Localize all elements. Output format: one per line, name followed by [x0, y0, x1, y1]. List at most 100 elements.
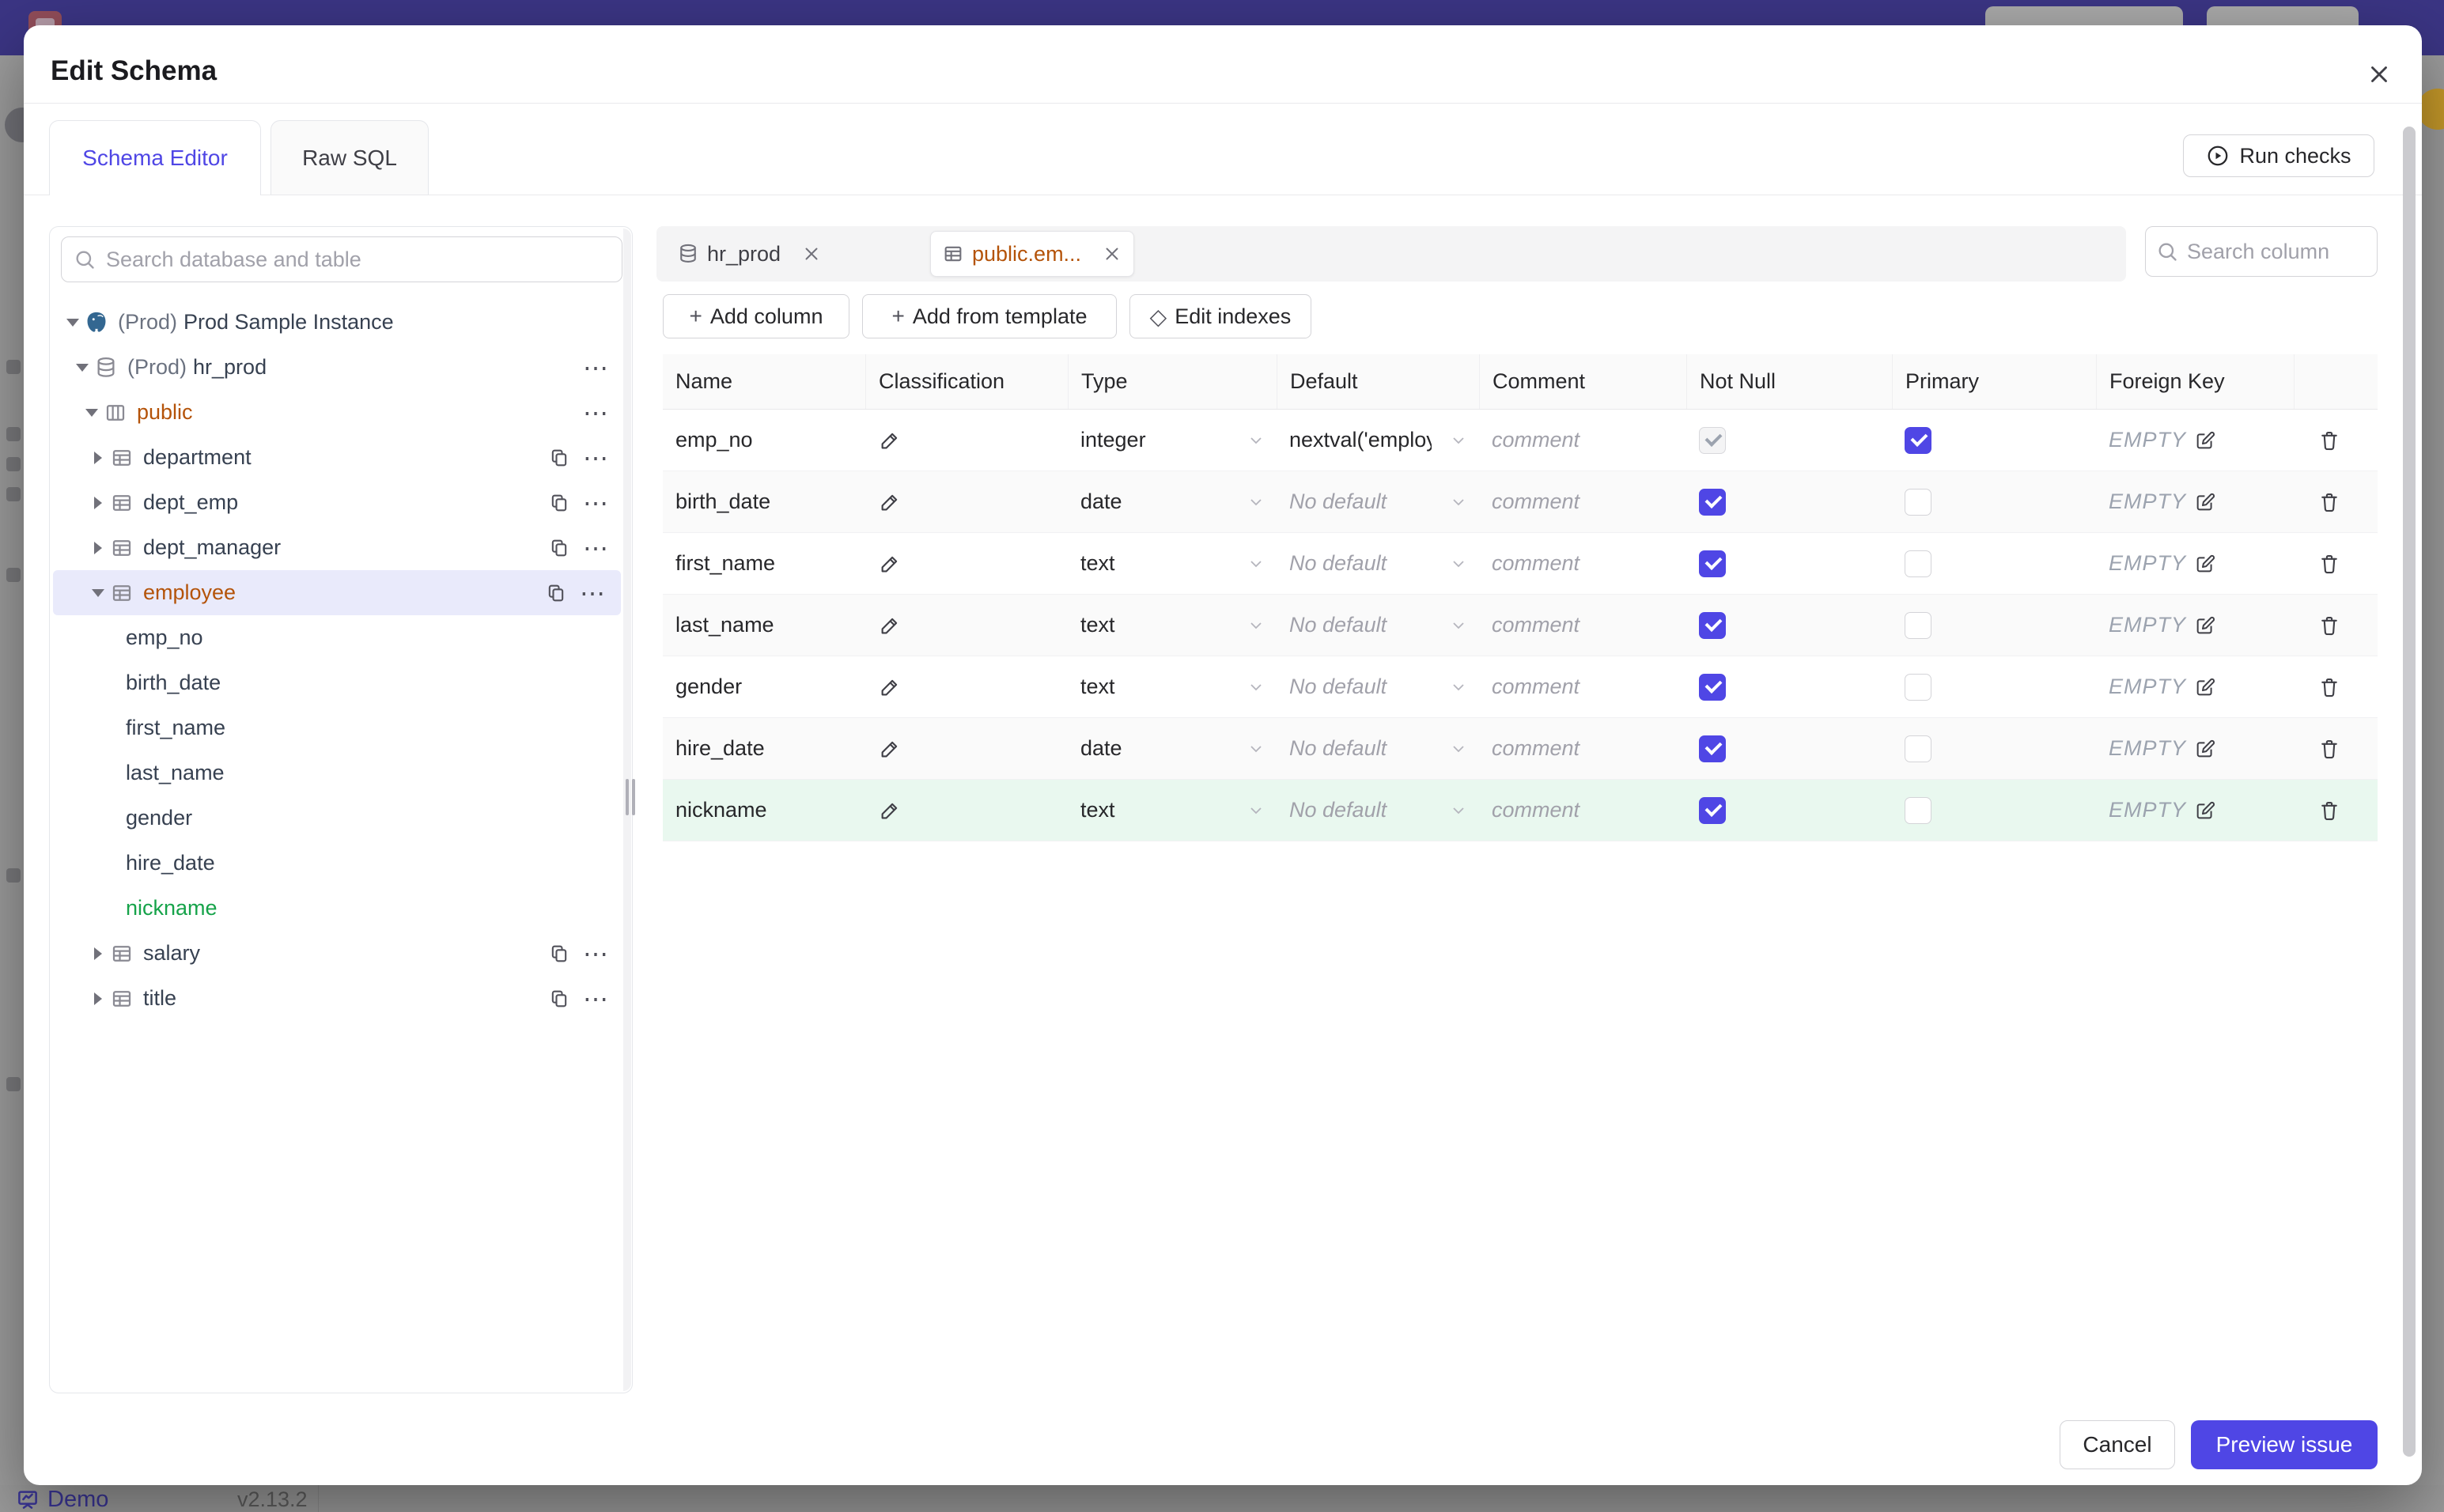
tab-chip-database[interactable]: hr_prod: [669, 234, 830, 274]
comment-input[interactable]: comment: [1479, 595, 1686, 656]
edit-classification-icon[interactable]: [878, 675, 902, 699]
not-null-checkbox[interactable]: [1699, 796, 1726, 824]
chevron-right-icon[interactable]: [88, 541, 108, 554]
default-select[interactable]: No default: [1277, 718, 1479, 779]
not-null-checkbox[interactable]: [1699, 673, 1726, 701]
modal-scrollbar[interactable]: [2403, 127, 2416, 1457]
delete-column-icon[interactable]: [2317, 429, 2341, 452]
default-select[interactable]: No default: [1277, 780, 1479, 841]
primary-checkbox[interactable]: [1905, 426, 1931, 454]
edit-classification-icon[interactable]: [878, 614, 902, 637]
tree-item-table[interactable]: title ⋯: [50, 976, 624, 1021]
comment-input[interactable]: comment: [1479, 471, 1686, 532]
comment-input[interactable]: comment: [1479, 718, 1686, 779]
edit-foreign-key-icon[interactable]: [2194, 738, 2216, 760]
primary-checkbox[interactable]: [1905, 673, 1931, 701]
more-actions-icon[interactable]: ⋯: [580, 580, 607, 606]
default-select[interactable]: No default: [1277, 471, 1479, 532]
type-select[interactable]: integer: [1068, 410, 1277, 471]
chevron-down-icon[interactable]: [72, 363, 93, 372]
delete-column-icon[interactable]: [2317, 490, 2341, 514]
chevron-right-icon[interactable]: [88, 451, 108, 464]
edit-classification-icon[interactable]: [878, 490, 902, 514]
tree-item-column[interactable]: gender: [50, 796, 624, 841]
delete-column-icon[interactable]: [2317, 614, 2341, 637]
primary-checkbox[interactable]: [1905, 550, 1931, 577]
comment-input[interactable]: comment: [1479, 656, 1686, 717]
tree-item-instance[interactable]: (Prod) Prod Sample Instance: [50, 300, 624, 345]
close-icon[interactable]: [2362, 57, 2397, 92]
not-null-checkbox[interactable]: [1699, 550, 1726, 577]
type-select[interactable]: text: [1068, 780, 1277, 841]
more-actions-icon[interactable]: ⋯: [583, 400, 610, 425]
type-select[interactable]: date: [1068, 718, 1277, 779]
edit-foreign-key-icon[interactable]: [2194, 614, 2216, 637]
not-null-checkbox[interactable]: [1699, 611, 1726, 639]
type-select[interactable]: text: [1068, 533, 1277, 594]
delete-column-icon[interactable]: [2317, 552, 2341, 576]
chevron-right-icon[interactable]: [88, 992, 108, 1005]
delete-column-icon[interactable]: [2317, 737, 2341, 761]
tree-item-column[interactable]: first_name: [50, 705, 624, 750]
tree-item-column[interactable]: emp_no: [50, 615, 624, 660]
preview-issue-button[interactable]: Preview issue: [2191, 1420, 2378, 1469]
primary-checkbox[interactable]: [1905, 735, 1931, 762]
edit-classification-icon[interactable]: [878, 429, 902, 452]
run-checks-button[interactable]: Run checks: [2183, 134, 2374, 177]
primary-checkbox[interactable]: [1905, 611, 1931, 639]
duplicate-table-icon[interactable]: [545, 582, 567, 604]
panel-resize-handle[interactable]: [626, 779, 637, 815]
edit-indexes-button[interactable]: ◇ Edit indexes: [1129, 294, 1311, 338]
chevron-right-icon[interactable]: [88, 947, 108, 960]
more-actions-icon[interactable]: ⋯: [583, 490, 610, 516]
edit-classification-icon[interactable]: [878, 552, 902, 576]
cancel-button[interactable]: Cancel: [2060, 1420, 2175, 1469]
duplicate-table-icon[interactable]: [548, 447, 570, 469]
more-actions-icon[interactable]: ⋯: [583, 535, 610, 561]
tree-item-table[interactable]: dept_manager ⋯: [50, 525, 624, 570]
default-select[interactable]: No default: [1277, 656, 1479, 717]
type-select[interactable]: text: [1068, 656, 1277, 717]
tree-item-column[interactable]: birth_date: [50, 660, 624, 705]
type-select[interactable]: date: [1068, 471, 1277, 532]
tree-item-column[interactable]: hire_date: [50, 841, 624, 886]
more-actions-icon[interactable]: ⋯: [583, 986, 610, 1011]
chevron-down-icon[interactable]: [88, 588, 108, 597]
default-select[interactable]: No default: [1277, 595, 1479, 656]
edit-classification-icon[interactable]: [878, 737, 902, 761]
edit-classification-icon[interactable]: [878, 799, 902, 822]
primary-checkbox[interactable]: [1905, 796, 1931, 824]
tree-item-column-added[interactable]: nickname: [50, 886, 624, 931]
edit-foreign-key-icon[interactable]: [2194, 491, 2216, 513]
chevron-down-icon[interactable]: [62, 318, 83, 327]
more-actions-icon[interactable]: ⋯: [583, 941, 610, 966]
close-tab-icon[interactable]: [801, 244, 822, 264]
tab-schema-editor[interactable]: Schema Editor: [49, 120, 261, 195]
delete-column-icon[interactable]: [2317, 799, 2341, 822]
add-column-button[interactable]: + Add column: [663, 294, 849, 338]
delete-column-icon[interactable]: [2317, 675, 2341, 699]
column-search-input[interactable]: [2145, 226, 2378, 277]
duplicate-table-icon[interactable]: [548, 492, 570, 514]
more-actions-icon[interactable]: ⋯: [583, 355, 610, 380]
close-tab-icon[interactable]: [1102, 244, 1122, 264]
duplicate-table-icon[interactable]: [548, 943, 570, 965]
default-select[interactable]: No default: [1277, 533, 1479, 594]
edit-foreign-key-icon[interactable]: [2194, 553, 2216, 575]
type-select[interactable]: text: [1068, 595, 1277, 656]
chevron-down-icon[interactable]: [81, 408, 102, 417]
primary-checkbox[interactable]: [1905, 488, 1931, 516]
tab-chip-table-active[interactable]: public.em...: [930, 231, 1135, 277]
chevron-right-icon[interactable]: [88, 496, 108, 509]
add-from-template-button[interactable]: + Add from template: [862, 294, 1117, 338]
tree-search-input[interactable]: [61, 236, 622, 282]
not-null-checkbox[interactable]: [1699, 735, 1726, 762]
tree-item-schema[interactable]: public ⋯: [50, 390, 624, 435]
tree-item-table[interactable]: dept_emp ⋯: [50, 480, 624, 525]
comment-input[interactable]: comment: [1479, 780, 1686, 841]
not-null-checkbox[interactable]: [1699, 488, 1726, 516]
tree-item-database[interactable]: (Prod) hr_prod ⋯: [50, 345, 624, 390]
edit-foreign-key-icon[interactable]: [2194, 676, 2216, 698]
tree-item-column[interactable]: last_name: [50, 750, 624, 796]
edit-foreign-key-icon[interactable]: [2194, 799, 2216, 822]
